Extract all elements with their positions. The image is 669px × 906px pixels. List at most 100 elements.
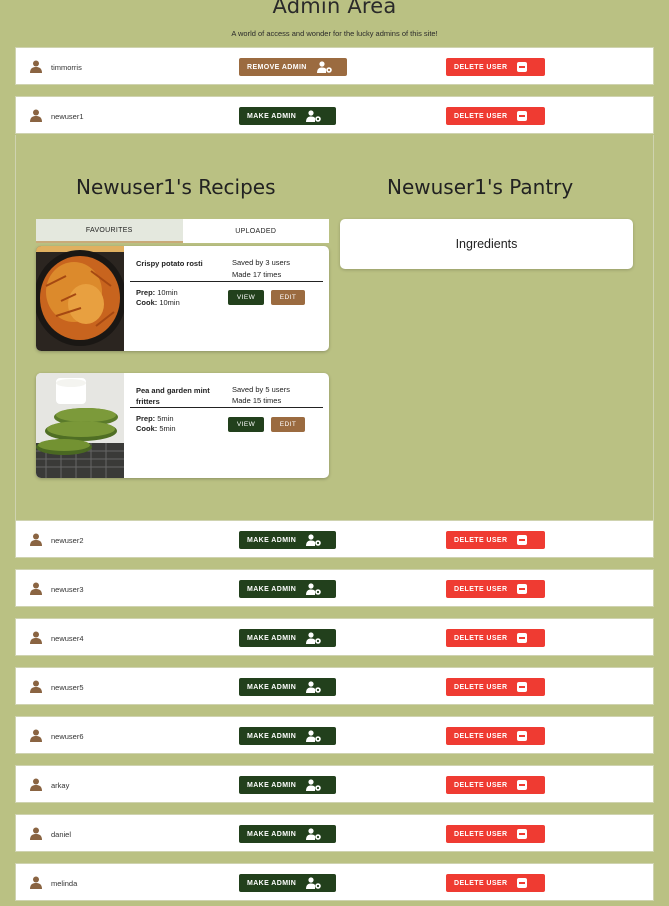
user-cog-icon	[306, 877, 321, 889]
prep-label: Prep:	[136, 288, 156, 297]
person-icon	[30, 729, 42, 742]
delete-button-label: DELETE USER	[454, 683, 508, 691]
minus-square-icon	[517, 535, 527, 545]
make-admin-button[interactable]: MAKE ADMIN	[239, 629, 336, 647]
person-icon	[30, 876, 42, 889]
delete-button-label: DELETE USER	[454, 879, 508, 887]
user-row: arkay MAKE ADMIN DELETE USER	[15, 765, 654, 803]
delete-user-button[interactable]: DELETE USER	[446, 727, 545, 745]
cook-value: 10min	[159, 298, 180, 307]
prep-value: 5min	[157, 414, 174, 423]
user-name: arkay	[51, 781, 70, 790]
recipe-saved-count: Saved by 5 users	[232, 385, 290, 394]
minus-square-icon	[517, 62, 527, 72]
cook-label: Cook:	[136, 298, 158, 307]
make-admin-button[interactable]: MAKE ADMIN	[239, 776, 336, 794]
cook-label: Cook:	[136, 424, 158, 433]
recipe-made-count: Made 15 times	[232, 396, 282, 405]
view-recipe-button[interactable]: VIEW	[228, 417, 264, 432]
user-row: melinda MAKE ADMIN DELETE USER	[15, 863, 654, 901]
minus-square-icon	[517, 829, 527, 839]
user-details-panel: Newuser1's Recipes Newuser1's Pantry FAV…	[15, 135, 654, 521]
admin-button-label: MAKE ADMIN	[247, 830, 297, 838]
remove-admin-button[interactable]: REMOVE ADMIN	[239, 58, 347, 76]
user-name: daniel	[51, 830, 72, 839]
delete-button-label: DELETE USER	[454, 634, 508, 642]
person-icon	[30, 582, 42, 595]
delete-user-button[interactable]: DELETE USER	[446, 678, 545, 696]
recipe-cook-time: Cook: 10min	[136, 298, 180, 307]
delete-user-button[interactable]: DELETE USER	[446, 580, 545, 598]
view-recipe-button[interactable]: VIEW	[228, 290, 264, 305]
delete-user-button[interactable]: DELETE USER	[446, 874, 545, 892]
delete-button-label: DELETE USER	[454, 781, 508, 789]
user-name: newuser4	[51, 634, 84, 643]
minus-square-icon	[517, 584, 527, 594]
admin-button-label: REMOVE ADMIN	[247, 63, 307, 71]
user-name: newuser1	[51, 112, 84, 121]
page-title: Admin Area	[272, 0, 397, 18]
recipe-saved-count: Saved by 3 users	[232, 258, 290, 267]
edit-recipe-button[interactable]: EDIT	[271, 417, 305, 432]
delete-user-button[interactable]: DELETE USER	[446, 825, 545, 843]
tab-uploaded[interactable]: UPLOADED	[183, 219, 330, 243]
admin-button-label: MAKE ADMIN	[247, 732, 297, 740]
admin-button-label: MAKE ADMIN	[247, 879, 297, 887]
make-admin-button[interactable]: MAKE ADMIN	[239, 580, 336, 598]
user-cog-icon	[317, 61, 332, 73]
recipe-prep-time: Prep: 5min	[136, 414, 174, 423]
user-cog-icon	[306, 681, 321, 693]
user-row: newuser2 MAKE ADMIN DELETE USER	[15, 520, 654, 558]
user-name: timmorris	[51, 63, 82, 72]
admin-button-label: MAKE ADMIN	[247, 683, 297, 691]
delete-user-button[interactable]: DELETE USER	[446, 58, 545, 76]
recipes-title: Newuser1's Recipes	[76, 175, 276, 199]
user-row: timmorris REMOVE ADMIN DELETE USER	[15, 47, 654, 85]
delete-button-label: DELETE USER	[454, 830, 508, 838]
user-cog-icon	[306, 632, 321, 644]
user-cog-icon	[306, 730, 321, 742]
cook-value: 5min	[159, 424, 176, 433]
delete-user-button[interactable]: DELETE USER	[446, 531, 545, 549]
person-icon	[30, 109, 42, 122]
user-row: newuser6 MAKE ADMIN DELETE USER	[15, 716, 654, 754]
recipe-cook-time: Cook: 5min	[136, 424, 176, 433]
make-admin-button[interactable]: MAKE ADMIN	[239, 678, 336, 696]
user-row: newuser5 MAKE ADMIN DELETE USER	[15, 667, 654, 705]
recipe-name: Crispy potato rosti	[136, 259, 203, 268]
admin-button-label: MAKE ADMIN	[247, 112, 297, 120]
minus-square-icon	[517, 731, 527, 741]
user-cog-icon	[306, 828, 321, 840]
user-name: newuser3	[51, 585, 84, 594]
person-icon	[30, 680, 42, 693]
admin-button-label: MAKE ADMIN	[247, 781, 297, 789]
delete-user-button[interactable]: DELETE USER	[446, 776, 545, 794]
recipe-name: Pea and garden mint fritters	[136, 386, 210, 406]
admin-button-label: MAKE ADMIN	[247, 585, 297, 593]
person-icon	[30, 533, 42, 546]
edit-recipe-button[interactable]: EDIT	[271, 290, 305, 305]
make-admin-button[interactable]: MAKE ADMIN	[239, 825, 336, 843]
delete-user-button[interactable]: DELETE USER	[446, 107, 545, 125]
make-admin-button[interactable]: MAKE ADMIN	[239, 874, 336, 892]
user-cog-icon	[306, 583, 321, 595]
minus-square-icon	[517, 780, 527, 790]
prep-label: Prep:	[136, 414, 156, 423]
user-cog-icon	[306, 779, 321, 791]
delete-button-label: DELETE USER	[454, 536, 508, 544]
delete-user-button[interactable]: DELETE USER	[446, 629, 545, 647]
user-row: newuser4 MAKE ADMIN DELETE USER	[15, 618, 654, 656]
make-admin-button[interactable]: MAKE ADMIN	[239, 531, 336, 549]
make-admin-button[interactable]: MAKE ADMIN	[239, 727, 336, 745]
recipe-card: Pea and garden mint fritters Saved by 5 …	[36, 373, 329, 478]
minus-square-icon	[517, 682, 527, 692]
pantry-card: Ingredients	[340, 219, 633, 269]
recipe-made-count: Made 17 times	[232, 270, 282, 279]
recipe-card: Crispy potato rosti Saved by 3 users Mad…	[36, 246, 329, 351]
user-name: melinda	[51, 879, 78, 888]
delete-button-label: DELETE USER	[454, 585, 508, 593]
delete-button-label: DELETE USER	[454, 112, 508, 120]
person-icon	[30, 60, 42, 73]
tab-favourites[interactable]: FAVOURITES	[36, 219, 183, 243]
make-admin-button[interactable]: MAKE ADMIN	[239, 107, 336, 125]
